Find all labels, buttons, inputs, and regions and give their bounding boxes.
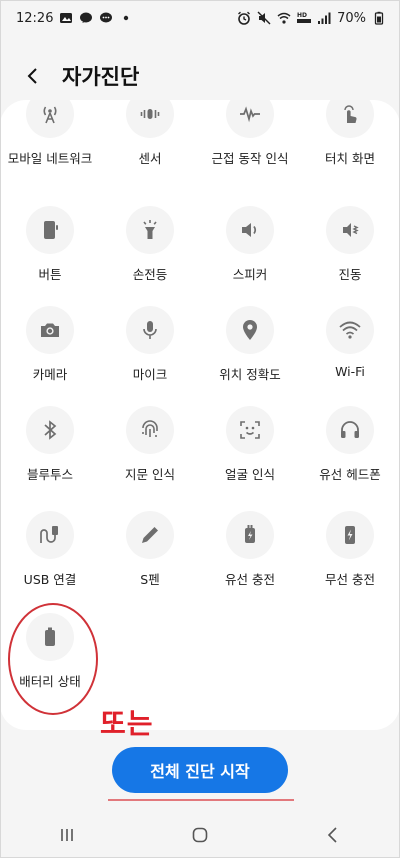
status-battery-icon xyxy=(372,11,386,25)
test-microphone[interactable]: 마이크 xyxy=(100,306,200,411)
test-headphone[interactable]: 유선 헤드폰 xyxy=(300,406,400,511)
proximity-icon xyxy=(226,100,274,138)
fingerprint-icon xyxy=(126,406,174,454)
back-icon xyxy=(328,827,337,843)
test-label: 무선 충전 xyxy=(325,572,375,587)
wired-charging-icon xyxy=(226,511,274,559)
app-bar: 자가진단 xyxy=(0,52,400,100)
navigation-bar xyxy=(0,812,400,858)
test-mobile-network[interactable]: 모바일 네트워크 xyxy=(0,100,100,195)
test-label: 센서 xyxy=(138,151,162,166)
spen-icon xyxy=(126,511,174,559)
chat-icon xyxy=(99,11,113,25)
status-time: 12:26 xyxy=(16,10,54,26)
page-title: 자가진단 xyxy=(62,65,140,89)
start-all-diagnosis-button[interactable]: 전체 진단 시작 xyxy=(112,747,288,793)
test-wireless-charging[interactable]: 무선 충전 xyxy=(300,511,400,616)
alarm-icon xyxy=(237,11,251,25)
test-label: 근접 동작 인식 xyxy=(211,151,289,166)
status-right: HD 70% xyxy=(237,11,386,26)
touch-icon xyxy=(326,100,374,138)
mobile-network-icon xyxy=(26,100,74,138)
location-icon xyxy=(226,306,274,354)
highlight-ring xyxy=(8,603,98,715)
test-touch[interactable]: 터치 화면 xyxy=(300,100,400,195)
test-label: 마이크 xyxy=(132,367,168,382)
test-label: 유선 충전 xyxy=(225,572,275,587)
test-speaker[interactable]: 스피커 xyxy=(200,206,300,311)
test-wifi[interactable]: Wi-Fi xyxy=(300,306,400,411)
test-flashlight[interactable]: 손전등 xyxy=(100,206,200,311)
home-button[interactable] xyxy=(180,815,220,855)
flashlight-icon xyxy=(126,206,174,254)
test-fingerprint[interactable]: 지문 인식 xyxy=(100,406,200,511)
button-icon xyxy=(26,206,74,254)
usb-icon xyxy=(26,511,74,559)
battery-percent: 70% xyxy=(337,10,366,26)
test-proximity[interactable]: 근접 동작 인식 xyxy=(200,100,300,195)
test-label: 유선 헤드폰 xyxy=(319,467,381,482)
test-label: 카메라 xyxy=(32,367,68,382)
gallery-icon xyxy=(59,11,73,25)
vibration-icon xyxy=(326,206,374,254)
annotation-text: 또는 xyxy=(100,707,154,740)
test-label: 지문 인식 xyxy=(125,467,175,482)
recents-icon xyxy=(60,829,73,841)
status-left: 12:26 xyxy=(16,11,133,26)
test-label: 진동 xyxy=(338,267,362,282)
test-label: Wi-Fi xyxy=(335,364,365,379)
test-face[interactable]: 얼굴 인식 xyxy=(200,406,300,511)
face-icon xyxy=(226,406,274,454)
test-label: 스피커 xyxy=(232,267,268,282)
home-icon xyxy=(192,827,208,843)
test-label: 위치 정확도 xyxy=(219,367,281,382)
camera-icon xyxy=(26,306,74,354)
test-label: USB 연결 xyxy=(23,572,77,587)
recents-button[interactable] xyxy=(47,815,87,855)
hd-voice-icon: HD xyxy=(297,11,312,25)
signal-icon xyxy=(317,11,331,25)
test-label: 얼굴 인식 xyxy=(225,467,275,482)
test-spen[interactable]: S펜 xyxy=(100,511,200,616)
test-bluetooth[interactable]: 블루투스 xyxy=(0,406,100,511)
headphone-icon xyxy=(326,406,374,454)
test-location[interactable]: 위치 정확도 xyxy=(200,306,300,411)
test-label: 모바일 네트워크 xyxy=(7,151,93,166)
test-label: S펜 xyxy=(140,572,160,587)
test-label: 손전등 xyxy=(132,267,168,282)
sensor-icon xyxy=(126,100,174,138)
mute-icon xyxy=(257,11,271,25)
bluetooth-icon xyxy=(26,406,74,454)
dot-icon xyxy=(119,11,133,25)
nav-back-button[interactable] xyxy=(313,815,353,855)
underline-mark xyxy=(108,799,294,801)
speaker-icon xyxy=(226,206,274,254)
test-label: 버튼 xyxy=(38,267,62,282)
test-camera[interactable]: 카메라 xyxy=(0,306,100,411)
microphone-icon xyxy=(126,306,174,354)
test-vibration[interactable]: 진동 xyxy=(300,206,400,311)
chevron-left-icon xyxy=(27,68,37,84)
messenger-icon xyxy=(79,11,93,25)
wifi-icon xyxy=(326,306,374,354)
test-sensor[interactable]: 센서 xyxy=(100,100,200,195)
test-label: 블루투스 xyxy=(26,467,73,482)
test-label: 터치 화면 xyxy=(325,151,375,166)
wifi-icon xyxy=(277,11,291,25)
status-bar: 12:26 HD 70% xyxy=(0,0,400,36)
test-button[interactable]: 버튼 xyxy=(0,206,100,311)
wireless-charging-icon xyxy=(326,511,374,559)
test-usb[interactable]: USB 연결 xyxy=(0,511,100,616)
svg-text:HD: HD xyxy=(297,12,307,19)
back-button[interactable] xyxy=(18,61,48,91)
test-wired-charging[interactable]: 유선 충전 xyxy=(200,511,300,616)
